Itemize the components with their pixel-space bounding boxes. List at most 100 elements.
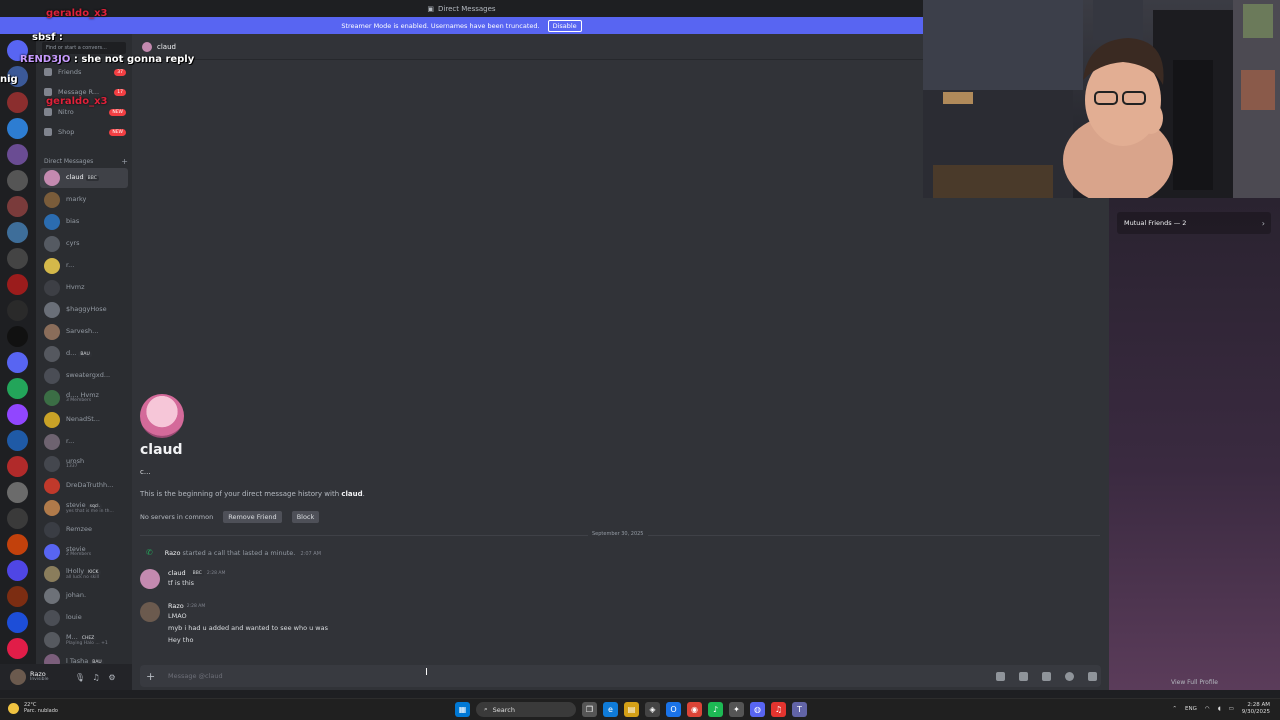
server-icon[interactable] (7, 144, 28, 165)
server-icon[interactable] (7, 248, 28, 269)
nav-shop[interactable]: Shop NEW (44, 128, 126, 136)
create-dm-icon[interactable]: + (121, 157, 128, 166)
dm-item[interactable]: bias (40, 212, 128, 232)
dm-section-header: Direct Messages + (44, 157, 128, 166)
dm-subtext: yes that is me in th... (66, 508, 114, 514)
dm-item[interactable]: Remzee (40, 520, 128, 540)
server-icon[interactable] (7, 430, 28, 451)
battery-icon[interactable]: ▭ (1229, 706, 1234, 712)
weather-widget[interactable]: 22°C Parc. nublado (8, 702, 58, 714)
server-icon[interactable] (7, 118, 28, 139)
dm-item[interactable]: r... (40, 256, 128, 276)
server-icon[interactable] (7, 352, 28, 373)
dm-item[interactable]: johan. (40, 586, 128, 606)
dm-item[interactable]: cyrs (40, 234, 128, 254)
server-icon[interactable] (7, 222, 28, 243)
server-icon[interactable] (7, 456, 28, 477)
gift-icon[interactable] (996, 671, 1006, 681)
message-author[interactable]: Razo (168, 602, 184, 610)
wifi-icon[interactable]: ◠ (1205, 706, 1210, 712)
edge-icon[interactable]: e (603, 702, 618, 717)
server-icon[interactable] (7, 274, 28, 295)
server-icon[interactable] (7, 378, 28, 399)
mutual-friends-row[interactable]: Mutual Friends — 2 › (1117, 212, 1271, 234)
server-icon[interactable] (7, 638, 28, 659)
apps-icon[interactable] (1088, 671, 1098, 681)
dm-item[interactable]: NenadSt... (40, 410, 128, 430)
app-icon[interactable]: ✦ (729, 702, 744, 717)
dm-item[interactable]: d... BAU (40, 344, 128, 364)
find-conversation-input[interactable]: Find or start a convers... (42, 42, 126, 54)
dm-item[interactable]: Hvmz (40, 278, 128, 298)
dm-avatar (44, 170, 60, 186)
dm-item[interactable]: M... CHEZ Playing Halo ... +1 (40, 630, 128, 650)
dm-item[interactable]: lHolly KICK all luck no skill (40, 564, 128, 584)
dm-item[interactable]: Sarvesh... (40, 322, 128, 342)
settings-gear-icon[interactable]: ⚙ (106, 673, 118, 682)
dm-item[interactable]: claud BBC (40, 168, 128, 188)
teams-icon[interactable]: T (792, 702, 807, 717)
dm-item[interactable]: r... (40, 432, 128, 452)
dm-item[interactable]: stevie sqcl. yes that is me in th... (40, 498, 128, 518)
recipient-avatar[interactable] (142, 41, 152, 52)
spotify-icon[interactable]: ♪ (708, 702, 723, 717)
server-icon[interactable] (7, 612, 28, 633)
mic-icon[interactable]: 🎙 (74, 673, 86, 682)
view-full-profile-link[interactable]: View Full Profile (1109, 679, 1280, 686)
message-avatar[interactable] (140, 569, 160, 589)
server-icon[interactable] (7, 170, 28, 191)
add-attachment-icon[interactable]: + (146, 670, 158, 683)
server-icon[interactable] (7, 586, 28, 607)
recipient-name[interactable]: claud (157, 43, 176, 51)
chevron-up-icon[interactable]: ⌃ (1172, 706, 1177, 712)
sticker-icon[interactable] (1042, 671, 1052, 681)
file-explorer-icon[interactable]: ▤ (624, 702, 639, 717)
nav-nitro[interactable]: Nitro NEW (44, 108, 126, 116)
message-input[interactable] (167, 672, 987, 680)
server-icon[interactable] (7, 300, 28, 321)
dm-item[interactable]: louie (40, 608, 128, 628)
server-icon[interactable] (7, 66, 28, 87)
user-avatar[interactable] (10, 669, 26, 685)
store-icon[interactable]: ◈ (645, 702, 660, 717)
dm-item[interactable]: urosh 1337 (40, 454, 128, 474)
volume-icon[interactable]: ◖ (1218, 706, 1221, 712)
server-icon[interactable] (7, 40, 28, 61)
dm-item[interactable]: marky (40, 190, 128, 210)
server-icon[interactable] (7, 482, 28, 503)
dm-item[interactable]: stevie 2 Members (40, 542, 128, 562)
disable-streamer-mode-button[interactable]: Disable (547, 19, 582, 32)
language-indicator[interactable]: ENG (1185, 706, 1197, 712)
nav-friends[interactable]: Friends 37 (44, 68, 126, 76)
emoji-icon[interactable] (1065, 671, 1075, 681)
dm-item[interactable]: $haggyHose (40, 300, 128, 320)
server-icon[interactable] (7, 92, 28, 113)
server-icon[interactable] (7, 404, 28, 425)
start-icon[interactable]: ▦ (455, 702, 470, 717)
nav-message-requests[interactable]: Message R... 17 (44, 88, 126, 96)
dm-item[interactable]: d..., Hvmz 3 Members (40, 388, 128, 408)
music-icon[interactable]: ♫ (771, 702, 786, 717)
dm-tag: CHEZ (79, 635, 97, 641)
task-view-icon[interactable]: ❐ (582, 702, 597, 717)
call-caller[interactable]: Razo (165, 549, 181, 557)
message-avatar[interactable] (140, 602, 160, 622)
chrome-icon[interactable]: ◉ (687, 702, 702, 717)
taskbar-search[interactable]: ⌕ Search (476, 702, 576, 717)
headphones-icon[interactable]: ♫ (90, 673, 102, 682)
server-icon[interactable] (7, 560, 28, 581)
message-timestamp: 2:28 AM (186, 603, 206, 609)
outlook-icon[interactable]: O (666, 702, 681, 717)
dm-item[interactable]: sweatergxd... (40, 366, 128, 386)
server-icon[interactable] (7, 326, 28, 347)
dm-item[interactable]: DreDaTruthh... (40, 476, 128, 496)
remove-friend-button[interactable]: Remove Friend (223, 511, 282, 523)
discord-icon[interactable]: ◍ (750, 702, 765, 717)
block-button[interactable]: Block (291, 511, 320, 523)
server-icon[interactable] (7, 534, 28, 555)
server-icon[interactable] (7, 196, 28, 217)
gif-icon[interactable] (1019, 671, 1029, 681)
message-author[interactable]: claud (168, 569, 186, 577)
clock[interactable]: 2:28 AM 9/30/2025 (1242, 702, 1270, 716)
server-icon[interactable] (7, 508, 28, 529)
